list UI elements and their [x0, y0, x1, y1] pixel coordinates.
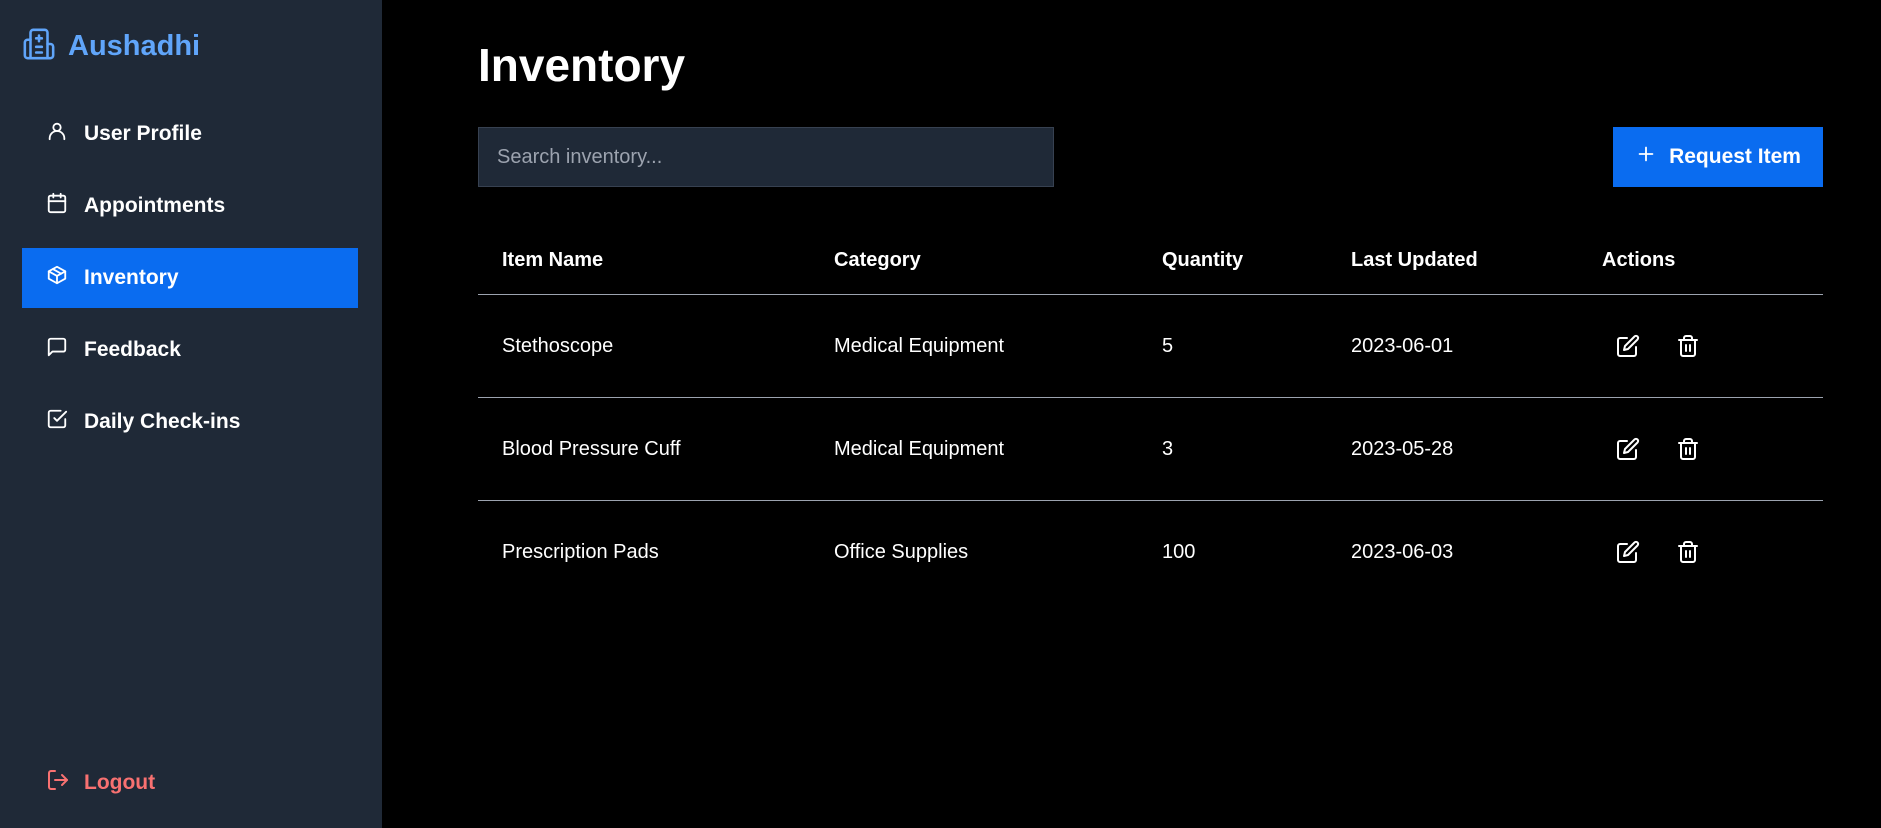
calendar-icon [46, 192, 68, 220]
main-content: Inventory Request Item Item Name Categor… [382, 0, 1881, 828]
edit-icon[interactable] [1614, 538, 1642, 566]
cell-item-name: Prescription Pads [502, 540, 659, 563]
sidebar-item-label: Feedback [84, 338, 181, 361]
sidebar-item-feedback[interactable]: Feedback [22, 320, 358, 380]
sidebar-item-label: Daily Check-ins [84, 410, 241, 433]
sidebar: Aushadhi User Profile Appointments Inven… [0, 0, 382, 828]
cell-actions [1578, 501, 1823, 604]
search-input[interactable] [478, 127, 1054, 187]
brand-name: Aushadhi [68, 29, 201, 62]
cell-last-updated: 2023-06-01 [1327, 294, 1578, 398]
cell-category: Office Supplies [834, 540, 969, 563]
header-quantity[interactable]: Quantity [1138, 226, 1327, 295]
edit-icon[interactable] [1614, 332, 1642, 360]
header-actions: Actions [1578, 226, 1823, 295]
sidebar-item-label: Appointments [84, 194, 226, 217]
logout-icon [46, 768, 70, 798]
logout-label: Logout [84, 771, 156, 794]
table-row: Prescription Pads Office Supplies 100 20… [478, 501, 1823, 604]
trash-icon[interactable] [1674, 435, 1702, 463]
sidebar-item-appointments[interactable]: Appointments [22, 176, 358, 236]
trash-icon[interactable] [1674, 332, 1702, 360]
cell-category: Medical Equipment [810, 397, 1138, 501]
sidebar-nav: User Profile Appointments Inventory Feed… [22, 104, 358, 464]
header-item-name[interactable]: Item Name [478, 226, 810, 295]
table-row: Blood Pressure Cuff Medical Equipment 3 … [478, 397, 1823, 501]
message-icon [46, 336, 68, 364]
app-root: Aushadhi User Profile Appointments Inven… [0, 0, 1881, 828]
cell-quantity: 3 [1138, 397, 1327, 501]
header-last-updated[interactable]: Last Updated [1327, 226, 1578, 295]
package-icon [46, 264, 68, 292]
sidebar-item-inventory[interactable]: Inventory [22, 248, 358, 308]
sidebar-item-user-profile[interactable]: User Profile [22, 104, 358, 164]
logout-button[interactable]: Logout [46, 768, 155, 798]
inventory-table: Item Name Category Quantity Last Updated… [478, 226, 1823, 603]
sidebar-item-label: Inventory [84, 266, 179, 289]
trash-icon[interactable] [1674, 538, 1702, 566]
table-row: Stethoscope Medical Equipment 5 2023-06-… [478, 294, 1823, 398]
brand-logo[interactable]: Aushadhi [22, 28, 200, 64]
cell-item-name: Stethoscope [478, 294, 810, 398]
request-item-button[interactable]: Request Item [1613, 127, 1823, 187]
user-icon [46, 120, 68, 148]
cell-item-name: Blood Pressure Cuff [478, 397, 810, 501]
check-square-icon [46, 408, 68, 436]
cell-category: Medical Equipment [810, 294, 1138, 398]
cell-quantity: 5 [1138, 294, 1327, 398]
hospital-icon [22, 27, 56, 66]
sidebar-item-daily-check-ins[interactable]: Daily Check-ins [22, 392, 358, 452]
plus-icon [1635, 143, 1669, 171]
header-category[interactable]: Category [810, 226, 1138, 295]
edit-icon[interactable] [1614, 435, 1642, 463]
page-title: Inventory [478, 39, 686, 91]
cell-actions [1578, 397, 1823, 501]
cell-last-updated: 2023-06-03 [1351, 540, 1454, 563]
table-header-row: Item Name Category Quantity Last Updated… [478, 226, 1823, 295]
sidebar-item-label: User Profile [84, 122, 202, 145]
cell-actions [1578, 294, 1823, 398]
cell-last-updated: 2023-05-28 [1327, 397, 1578, 501]
request-item-label: Request Item [1669, 145, 1801, 168]
cell-quantity: 100 [1162, 540, 1196, 563]
